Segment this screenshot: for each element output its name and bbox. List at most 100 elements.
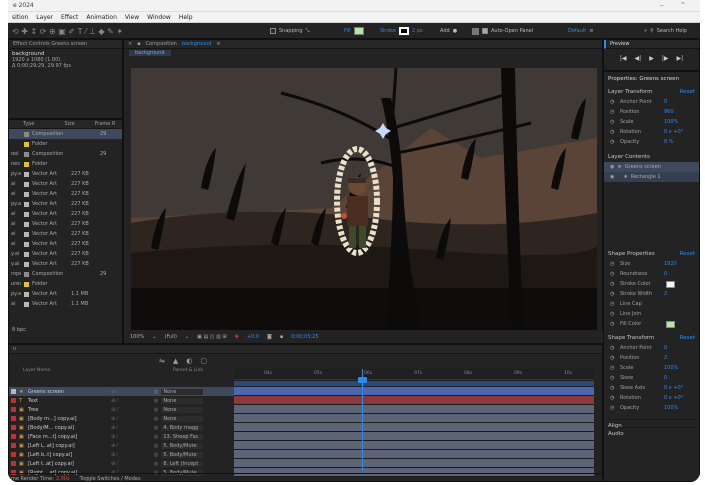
parent-link-icon[interactable]: ◎ — [154, 416, 158, 422]
project-item[interactable]: py.ai Vector Art 227 KB — [9, 169, 122, 179]
stroke-width-value[interactable]: 2 px — [412, 28, 423, 34]
layer-row[interactable]: ▣ [Face m...t] copy.ai] ⊕ ⁄ ◎ 13. Sheep Fac — [9, 432, 234, 441]
size-column-header[interactable]: Size — [64, 121, 74, 127]
frame-rate-column-header[interactable]: Frame R — [95, 121, 116, 127]
menu-icon[interactable]: ≡ — [216, 41, 220, 47]
stopwatch-icon[interactable]: ◷ — [610, 281, 620, 287]
layer-row[interactable]: T Text ⊕ ⁄ ◎ None — [9, 396, 234, 405]
tool-icons-left[interactable]: ⟲ ✚ ↕ ⟳ ⊕ ▣ ✐ T ⁄ ⊥ ◆ ✎ ✶ — [12, 25, 123, 37]
project-item[interactable]: Folder — [9, 139, 122, 149]
layer-duration-bar[interactable] — [234, 459, 594, 468]
parent-dropdown[interactable]: 4. Body magg — [161, 424, 204, 431]
switch-icons[interactable]: ⊕ ⁄ — [111, 443, 151, 449]
parent-dropdown[interactable]: 13. Sheep Fac — [161, 433, 204, 440]
stopwatch-icon[interactable]: ◷ — [610, 311, 620, 317]
property-value[interactable]: 0 x +0° — [664, 129, 683, 135]
project-item[interactable]: ai Vector Art 227 KB — [9, 239, 122, 249]
switch-icons[interactable]: ⊕ ⁄ — [111, 398, 151, 404]
menu-item[interactable]: View — [125, 14, 139, 21]
layer-duration-bar[interactable] — [234, 450, 594, 459]
stopwatch-icon[interactable]: ◷ — [610, 321, 620, 327]
composition-tab[interactable]: × ▪ Composition background ≡ — [124, 40, 602, 49]
close-icon[interactable]: × — [128, 41, 132, 47]
layer-duration-bar[interactable] — [234, 396, 594, 405]
stroke-swatch[interactable] — [398, 27, 409, 35]
snapping-checkbox[interactable] — [270, 28, 276, 34]
property-row[interactable]: ◷ Opacity 100% — [604, 403, 699, 413]
layer-row[interactable]: ▣ [Body m...] copy.ai] ⊕ ⁄ ◎ None — [9, 414, 234, 423]
project-item[interactable]: ool Composition 29 — [9, 149, 122, 159]
layer-row[interactable]: ★ Greens screen ⊕ ⁄ ◎ None — [9, 387, 234, 396]
parent-dropdown[interactable]: 8. Left (Incept — [161, 460, 204, 467]
layer-name-header[interactable]: Layer Name — [23, 368, 173, 377]
switch-icons[interactable]: ⊕ ⁄ — [111, 434, 151, 440]
parent-dropdown[interactable]: 5. Body/Mute — [161, 451, 204, 458]
layer-row[interactable]: ▣ [Left t..at] copy.ai] ⊕ ⁄ ◎ 8. Left (Incep… — [9, 459, 234, 468]
stopwatch-icon[interactable]: ◷ — [610, 395, 620, 401]
parent-header[interactable]: Parent & Link — [173, 368, 203, 377]
property-value[interactable]: 0 — [664, 99, 667, 105]
switch-icons[interactable]: ⊕ ⁄ — [111, 425, 151, 431]
play-icon[interactable]: ▶ — [649, 55, 654, 62]
auto-open-checkbox[interactable] — [482, 28, 488, 34]
parent-dropdown[interactable]: None — [161, 406, 204, 413]
stopwatch-icon[interactable]: ◷ — [610, 261, 620, 267]
property-row[interactable]: ◷ Line Join — [604, 309, 699, 319]
color-wheel-icon[interactable]: ✤ — [235, 334, 239, 340]
stopwatch-icon[interactable]: ◷ — [610, 109, 620, 115]
parent-link-icon[interactable]: ◎ — [154, 434, 158, 440]
property-value[interactable]: 2 — [664, 355, 667, 361]
add-circle-icon[interactable]: ● — [453, 28, 457, 34]
maximize-icon[interactable]: ⌃ — [680, 1, 686, 9]
layer-duration-bar[interactable] — [234, 423, 594, 432]
layer-transform-reset[interactable]: Reset — [680, 89, 695, 95]
frame-blend-icon[interactable]: ▲ — [173, 357, 178, 365]
search-help[interactable]: » ⚲ Search Help — [644, 25, 687, 37]
stopwatch-icon[interactable]: ◷ — [610, 405, 620, 411]
menu-item[interactable]: sition — [12, 14, 28, 21]
property-row[interactable]: ◷ Fill Color — [604, 319, 699, 329]
project-item[interactable]: ai Vector Art 227 KB — [9, 189, 122, 199]
property-row[interactable]: ◷ Stroke Width 2 — [604, 289, 699, 299]
property-value[interactable]: 1920 — [664, 261, 677, 267]
menu-item[interactable]: Layer — [36, 14, 53, 21]
menu-item[interactable]: Window — [147, 14, 171, 21]
first-frame-icon[interactable]: |◀ — [620, 55, 627, 62]
grid-icons[interactable]: ▣ ▤ ◰ ▥ ⊞ — [197, 334, 226, 340]
stopwatch-icon[interactable]: ◷ — [610, 301, 620, 307]
project-item[interactable]: ai Vector Art 227 KB — [9, 209, 122, 219]
menu-icon[interactable]: ≡ — [589, 28, 593, 34]
shy-icon[interactable]: ⇋ — [159, 357, 165, 365]
type-column-header[interactable]: Type — [23, 121, 34, 127]
resolution-dropdown[interactable]: (Full) — [165, 334, 177, 340]
parent-link-icon[interactable]: ◎ — [154, 389, 158, 395]
menu-item[interactable]: Effect — [61, 14, 78, 21]
lock-icon[interactable]: ▪ — [137, 41, 140, 47]
stopwatch-icon[interactable]: ◷ — [610, 365, 620, 371]
parent-dropdown[interactable]: None — [161, 388, 204, 395]
graph-editor-icon[interactable]: ▢ — [200, 357, 207, 365]
stopwatch-icon[interactable]: ◷ — [610, 139, 620, 145]
stroke-control[interactable]: Stroke 2 px — [380, 25, 423, 37]
color-swatch[interactable] — [666, 320, 675, 328]
fill-swatch[interactable] — [353, 27, 364, 35]
breadcrumb[interactable]: background — [129, 50, 171, 56]
playhead[interactable] — [362, 369, 363, 471]
zoom-dropdown[interactable]: 100% — [130, 334, 144, 340]
switch-icons[interactable]: ⊕ ⁄ — [111, 461, 151, 467]
property-value[interactable]: 0 % — [664, 139, 674, 145]
scene-canvas[interactable] — [131, 68, 597, 330]
project-item[interactable]: py.ai Vector Art 1.1 MB — [9, 289, 122, 299]
property-row[interactable]: ◷ Position 2 — [604, 353, 699, 363]
property-row[interactable]: ◷ Skew Axis 0 x +0° — [604, 383, 699, 393]
parent-link-icon[interactable]: ◎ — [154, 425, 158, 431]
switch-icons[interactable]: ⊕ ⁄ — [111, 416, 151, 422]
project-item[interactable]: y.ai Vector Art 227 KB — [9, 259, 122, 269]
parent-dropdown[interactable]: None — [161, 415, 204, 422]
prev-frame-icon[interactable]: ◀| — [635, 55, 642, 62]
stopwatch-icon[interactable]: ◷ — [610, 271, 620, 277]
stopwatch-icon[interactable]: ◷ — [610, 375, 620, 381]
stopwatch-icon[interactable]: ◷ — [610, 355, 620, 361]
property-row[interactable]: ◷ Size 1920 — [604, 259, 699, 269]
work-area-bar[interactable] — [234, 381, 594, 386]
